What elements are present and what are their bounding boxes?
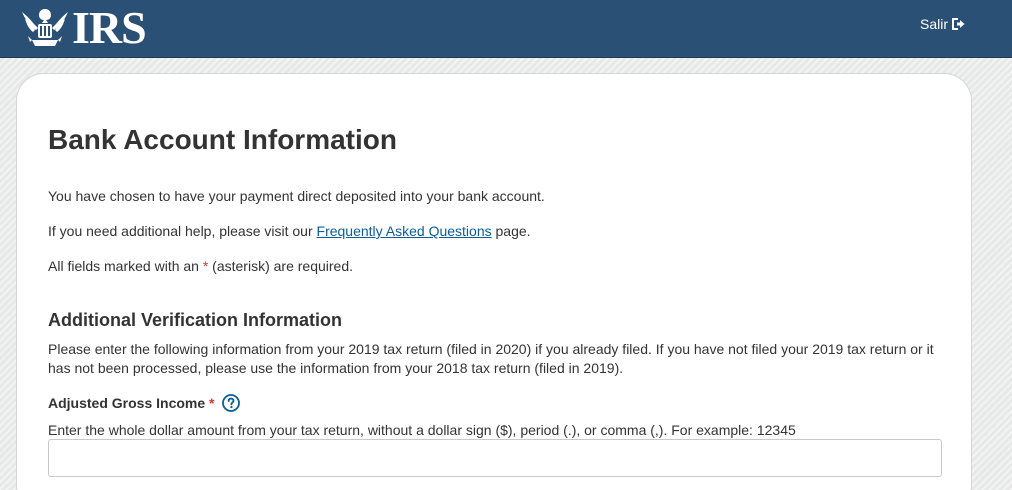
agi-label: Adjusted Gross Income *: [48, 394, 240, 412]
irs-eagle-icon: [22, 9, 68, 46]
bank-info-card: Bank Account Information You have chosen…: [16, 73, 972, 490]
irs-logo[interactable]: IRS: [20, 2, 147, 53]
agi-input[interactable]: [48, 439, 942, 477]
logout-button[interactable]: Salir: [920, 16, 965, 32]
agi-label-text: Adjusted Gross Income: [48, 395, 206, 411]
help-text: If you need additional help, please visi…: [48, 222, 531, 240]
required-suffix: (asterisk) are required.: [208, 258, 354, 274]
faq-link[interactable]: Frequently Asked Questions: [317, 223, 492, 239]
site-header: IRS Salir: [0, 0, 1012, 58]
page-title: Bank Account Information: [48, 124, 397, 155]
verification-heading: Additional Verification Information: [48, 310, 343, 330]
verification-description: Please enter the following information f…: [48, 341, 934, 376]
logout-label: Salir: [919, 16, 948, 32]
question-circle-icon[interactable]: [221, 394, 240, 412]
help-prefix: If you need additional help, please visi…: [48, 223, 317, 239]
required-prefix: All fields marked with an: [48, 258, 203, 274]
agi-hint: Enter the whole dollar amount from your …: [48, 422, 796, 438]
intro-text: You have chosen to have your payment dir…: [48, 188, 545, 204]
logo-text: IRS: [72, 2, 147, 53]
help-suffix: page.: [491, 223, 531, 239]
agi-required-asterisk: *: [209, 395, 215, 411]
sign-out-icon: [952, 18, 965, 30]
required-note: All fields marked with an * (asterisk) a…: [48, 257, 353, 275]
